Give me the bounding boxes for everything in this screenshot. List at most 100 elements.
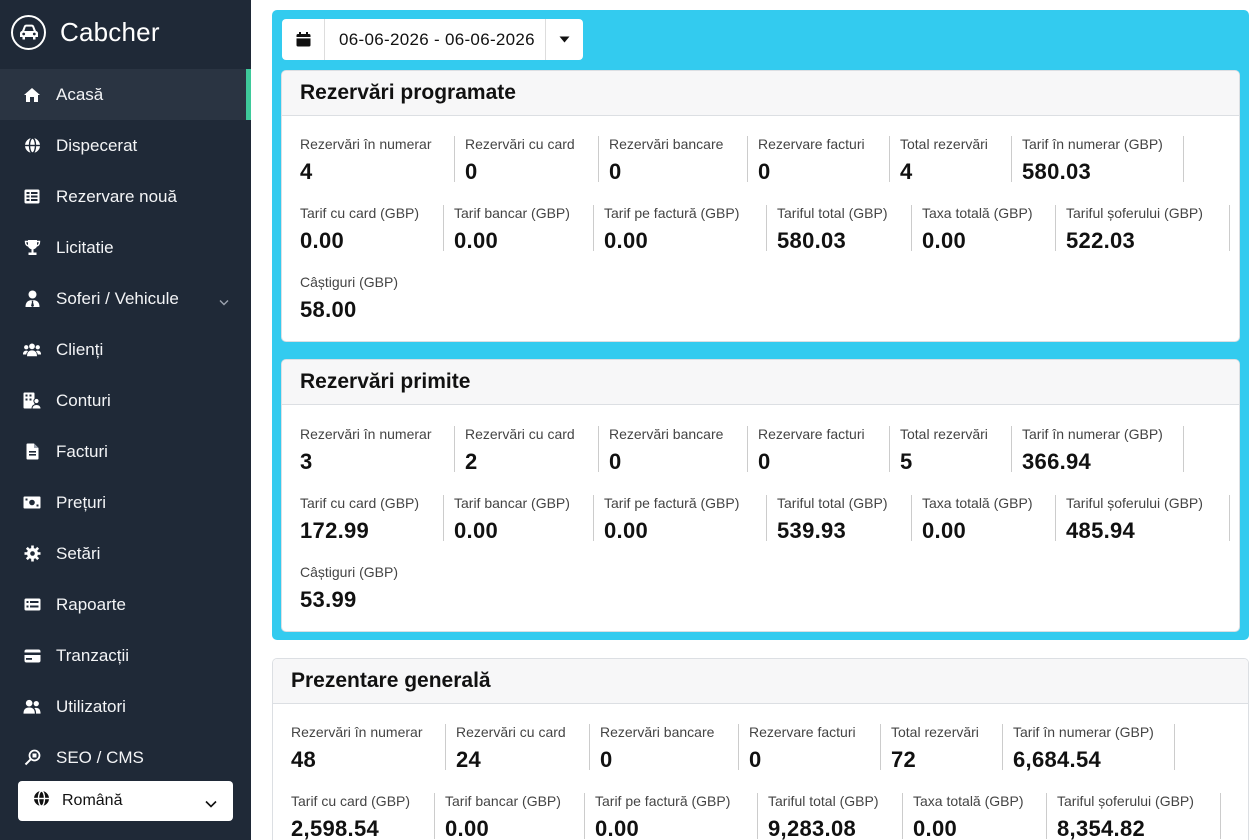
stat-row: Rezervări în numerar 3 Rezervări cu card 2… bbox=[300, 426, 1194, 474]
stat-value: 0.00 bbox=[913, 816, 958, 840]
stat-label: Tarif bancar (GBP) bbox=[454, 205, 570, 221]
sidebar-item-clienti[interactable]: Clienți bbox=[0, 324, 251, 375]
stat-label: Tarif bancar (GBP) bbox=[445, 793, 561, 809]
stat-label: Tariful total (GBP) bbox=[777, 495, 888, 511]
stat-value: 172.99 bbox=[300, 518, 370, 543]
stat-value: 2,598.54 bbox=[291, 816, 380, 840]
stat-value: 0.00 bbox=[604, 518, 649, 543]
sidebar-item-seo-cms[interactable]: SEO / CMS bbox=[0, 732, 251, 783]
stat-value: 580.03 bbox=[1022, 159, 1092, 184]
sidebar: Cabcher Acasă Dispecerat Rezervare nouă … bbox=[0, 0, 251, 840]
list-card-icon bbox=[23, 596, 41, 614]
sidebar-item-setari[interactable]: Setări bbox=[0, 528, 251, 579]
sidebar-item-facturi[interactable]: Facturi bbox=[0, 426, 251, 477]
stat-value: 366.94 bbox=[1022, 449, 1092, 474]
stat-item: Rezervări în numerar 48 bbox=[291, 724, 446, 771]
language-value: Română bbox=[62, 792, 123, 809]
stat-value: 0 bbox=[600, 747, 613, 772]
stat-item: Rezervări cu card 2 bbox=[465, 426, 599, 473]
stat-label: Rezervări bancare bbox=[609, 426, 724, 442]
card-title: Prezentare generală bbox=[273, 659, 1248, 704]
stat-value: 4 bbox=[900, 159, 913, 184]
stat-item: Tarif cu card (GBP) 0.00 bbox=[300, 205, 444, 253]
sidebar-item-preturi[interactable]: Prețuri bbox=[0, 477, 251, 528]
globe-icon bbox=[23, 137, 41, 155]
stat-label: Tariful total (GBP) bbox=[768, 793, 879, 809]
stat-item: Tarif pe factură (GBP) 0.00 bbox=[604, 205, 767, 253]
sidebar-item-licitatie[interactable]: Licitatie bbox=[0, 222, 251, 273]
stat-item: Tarif pe factură (GBP) 0.00 bbox=[604, 495, 767, 543]
gear-icon bbox=[23, 545, 41, 563]
stat-item: Tarif bancar (GBP) 0.00 bbox=[445, 793, 585, 840]
stat-label: Rezervări cu card bbox=[456, 724, 566, 740]
card-title: Rezervări primite bbox=[282, 360, 1239, 405]
stat-value: 485.94 bbox=[1066, 518, 1136, 543]
stat-value: 0.00 bbox=[922, 228, 967, 253]
language-select[interactable]: Română bbox=[18, 781, 233, 821]
stat-item: Rezervare facturi 0 bbox=[758, 136, 890, 184]
stat-value: 0.00 bbox=[604, 228, 649, 253]
stat-label: Câștiguri (GBP) bbox=[300, 274, 399, 290]
sidebar-item-soferi-vehicule[interactable]: Soferi / Vehicule bbox=[0, 273, 251, 324]
stat-label: Rezervări în numerar bbox=[300, 136, 432, 152]
stat-label: Rezervare facturi bbox=[749, 724, 856, 740]
sidebar-item-rezervare-noua[interactable]: Rezervare nouă bbox=[0, 171, 251, 222]
stat-label: Câștiguri (GBP) bbox=[300, 564, 399, 580]
sidebar-item-utilizatori[interactable]: Utilizatori bbox=[0, 681, 251, 732]
stat-label: Tarif în numerar (GBP) bbox=[1013, 724, 1154, 740]
stat-label: Rezervări bancare bbox=[600, 724, 715, 740]
stat-value: 5 bbox=[900, 449, 913, 474]
stat-label: Tariful șoferului (GBP) bbox=[1066, 205, 1203, 221]
stat-value: 9,283.08 bbox=[768, 816, 857, 840]
sidebar-item-conturi[interactable]: Conturi bbox=[0, 375, 251, 426]
caret-down-icon[interactable] bbox=[546, 36, 583, 43]
stat-item: Taxa totală (GBP) 0.00 bbox=[922, 205, 1056, 253]
date-range-picker[interactable]: 06-06-2026 - 06-06-2026 bbox=[282, 19, 583, 60]
sidebar-nav: Acasă Dispecerat Rezervare nouă Licitati… bbox=[0, 69, 251, 783]
stat-item: Rezervare facturi 0 bbox=[749, 724, 881, 771]
stat-label: Taxa totală (GBP) bbox=[913, 793, 1024, 809]
stat-label: Total rezervări bbox=[900, 136, 988, 152]
sidebar-item-acasa[interactable]: Acasă bbox=[0, 69, 251, 120]
user-group-icon bbox=[23, 698, 41, 716]
file-icon bbox=[23, 443, 41, 461]
stat-item: Tarif bancar (GBP) 0.00 bbox=[454, 495, 594, 542]
stat-label: Tarif pe factură (GBP) bbox=[604, 205, 740, 221]
sidebar-item-label: Conturi bbox=[56, 390, 111, 410]
stat-value: 53.99 bbox=[300, 587, 357, 612]
stat-label: Tarif cu card (GBP) bbox=[300, 495, 420, 511]
stat-item: Rezervări bancare 0 bbox=[609, 426, 748, 474]
stat-value: 0.00 bbox=[454, 228, 499, 253]
stat-item: Rezervări bancare 0 bbox=[600, 724, 739, 772]
stat-item: Tariful șoferului (GBP) 522.03 bbox=[1066, 205, 1230, 252]
stat-item: Tarif bancar (GBP) 0.00 bbox=[454, 205, 594, 253]
sidebar-item-dispecerat[interactable]: Dispecerat bbox=[0, 120, 251, 171]
stat-value: 4 bbox=[300, 159, 313, 184]
stat-label: Tarif cu card (GBP) bbox=[291, 793, 411, 809]
stat-value: 0 bbox=[758, 449, 771, 474]
table-icon bbox=[23, 188, 41, 206]
stat-value: 0 bbox=[609, 449, 622, 474]
sidebar-item-rapoarte[interactable]: Rapoarte bbox=[0, 579, 251, 630]
sidebar-item-tranzactii[interactable]: Tranzacții bbox=[0, 630, 251, 681]
globe-icon bbox=[33, 790, 50, 812]
stat-value: 0 bbox=[609, 159, 622, 184]
magnify-icon bbox=[23, 749, 41, 767]
received-bookings-card: Rezervări primite Rezervări în numerar 3 … bbox=[281, 359, 1240, 632]
stat-value: 0.00 bbox=[300, 228, 345, 253]
stat-value: 0.00 bbox=[922, 518, 967, 543]
scheduled-bookings-card: Rezervări programate Rezervări în numera… bbox=[281, 70, 1240, 342]
stat-row: Tarif cu card (GBP) 172.99 Tarif bancar (… bbox=[300, 495, 1239, 543]
sidebar-item-label: Rezervare nouă bbox=[56, 186, 177, 206]
date-range-value[interactable]: 06-06-2026 - 06-06-2026 bbox=[325, 19, 546, 60]
stat-value: 0 bbox=[758, 159, 771, 184]
brand[interactable]: Cabcher bbox=[0, 0, 251, 64]
stat-label: Taxa totală (GBP) bbox=[922, 495, 1033, 511]
sidebar-item-label: Tranzacții bbox=[56, 645, 130, 665]
sidebar-item-label: Licitatie bbox=[56, 237, 114, 257]
sidebar-item-label: Facturi bbox=[56, 441, 108, 461]
calendar-icon[interactable] bbox=[282, 19, 325, 60]
stat-value: 580.03 bbox=[777, 228, 847, 253]
stat-label: Rezervări în numerar bbox=[300, 426, 432, 442]
stat-item: Tariful total (GBP) 580.03 bbox=[777, 205, 912, 253]
